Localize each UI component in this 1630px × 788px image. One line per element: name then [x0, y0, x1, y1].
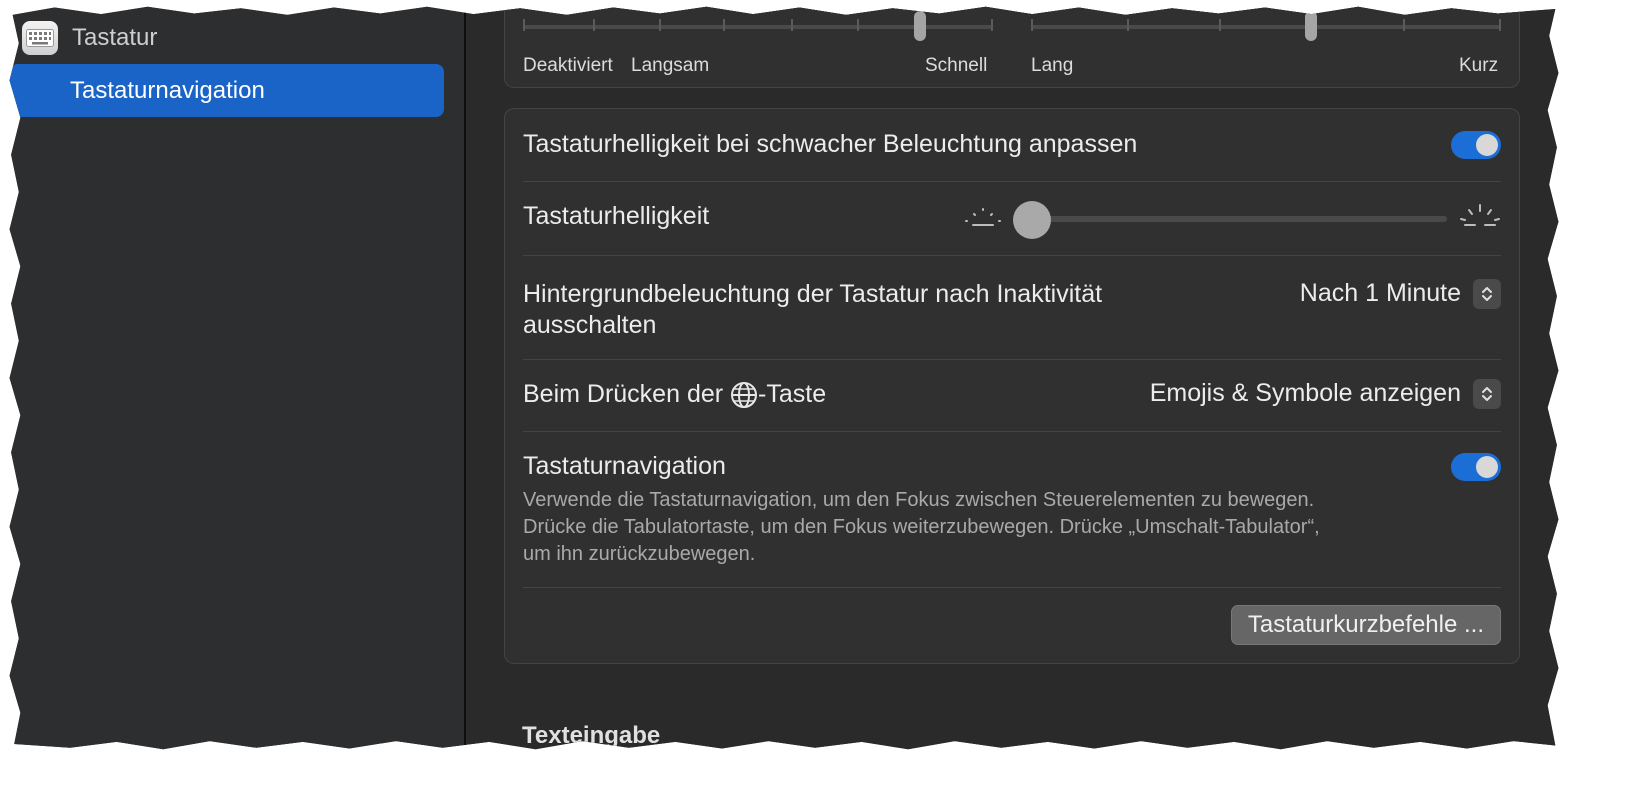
divider	[523, 587, 1501, 588]
keyboard-navigation-description: Verwende die Tastaturnavigation, um den …	[523, 489, 1315, 511]
toggle-knob	[1476, 134, 1498, 156]
tick	[1403, 19, 1405, 31]
brightness-high-icon	[1460, 204, 1500, 226]
slider-label-lang: Lang	[1031, 55, 1074, 76]
slider-label-kurz: Kurz	[1459, 55, 1499, 76]
slider-label-schnell: Schnell	[925, 55, 988, 76]
globe-key-label-suffix: -Taste	[758, 380, 827, 408]
keyboard-navigation-description-2: Drücke die Tabulatortaste, um den Fokus …	[523, 516, 1320, 538]
slider-label-langsam: Langsam	[631, 55, 710, 76]
tick	[1127, 19, 1129, 31]
key-repeat-slider-thumb[interactable]	[914, 11, 926, 41]
content-pane: Deaktiviert Langsam Schnell Lang Kurz Ta…	[466, 6, 1559, 750]
keyboard-shortcuts-button[interactable]: Tastaturkurzbefehle ...	[1230, 605, 1501, 645]
backlight-off-popup-button[interactable]	[1473, 279, 1501, 309]
keyboard-navigation-toggle[interactable]	[1451, 453, 1501, 481]
keyboard-icon	[22, 21, 58, 55]
globe-icon	[731, 381, 758, 408]
brightness-slider-thumb[interactable]	[1013, 201, 1051, 239]
tick	[523, 19, 525, 31]
keyboard-navigation-label: Tastaturnavigation	[523, 452, 726, 480]
tick	[1219, 19, 1221, 31]
divider	[523, 255, 1501, 256]
globe-key-label: Beim Drücken der -Taste	[523, 379, 826, 410]
globe-key-value[interactable]: Emojis & Symbole anzeigen	[1150, 379, 1461, 408]
shortcuts-row: Tastaturkurzbefehle ...	[523, 605, 1501, 645]
sidebar: Tastatur Tastaturnavigation	[9, 6, 466, 750]
toggle-knob	[1476, 456, 1498, 478]
tick	[1499, 19, 1501, 31]
tick	[791, 19, 793, 31]
backlight-off-label-2: ausschalten	[523, 311, 657, 339]
settings-window: Tastatur Tastaturnavigation Deaktiviert …	[9, 6, 1559, 750]
tick	[723, 19, 725, 31]
tick	[857, 19, 859, 31]
globe-key-label-prefix: Beim Drücken der	[523, 380, 731, 408]
brightness-slider-track[interactable]	[1019, 216, 1447, 222]
keyboard-navigation-description-3: um ihn zurückzubewegen.	[523, 543, 756, 565]
brightness-low-icon	[965, 208, 1001, 226]
sidebar-title: Tastatur	[72, 24, 158, 51]
slider-label-deaktiviert: Deaktiviert	[523, 55, 613, 76]
adjust-brightness-toggle[interactable]	[1451, 131, 1501, 159]
adjust-brightness-row: Tastaturhelligkeit bei schwacher Beleuch…	[523, 129, 1501, 161]
backlight-off-value[interactable]: Nach 1 Minute	[1300, 279, 1461, 308]
keyboard-navigation-row: Tastaturnavigation Verwende die Tastatur…	[523, 451, 1501, 571]
brightness-label: Tastaturhelligkeit	[523, 202, 710, 230]
globe-key-row: Beim Drücken der -Taste Emojis & Symbole…	[523, 379, 1501, 413]
divider	[523, 431, 1501, 432]
adjust-brightness-label: Tastaturhelligkeit bei schwacher Beleuch…	[523, 130, 1138, 158]
sidebar-header[interactable]: Tastatur	[22, 20, 157, 56]
brightness-row: Tastaturhelligkeit	[523, 201, 1501, 239]
sidebar-item-label: Tastaturnavigation	[70, 76, 265, 104]
divider	[523, 181, 1501, 182]
chevron-updown-icon	[1482, 387, 1492, 401]
repeat-delay-slider-thumb[interactable]	[1305, 11, 1317, 41]
repeat-settings-card: Deaktiviert Langsam Schnell Lang Kurz	[504, 6, 1520, 88]
tick	[659, 19, 661, 31]
keyboard-settings-card: Tastaturhelligkeit bei schwacher Beleuch…	[504, 108, 1520, 664]
tick	[593, 19, 595, 31]
backlight-off-row: Hintergrundbeleuchtung der Tastatur nach…	[523, 275, 1501, 339]
tick	[1031, 19, 1033, 31]
chevron-updown-icon	[1482, 287, 1492, 301]
backlight-off-label: Hintergrundbeleuchtung der Tastatur nach…	[523, 280, 1103, 308]
repeat-delay-slider[interactable]	[1031, 25, 1501, 29]
globe-key-popup-button[interactable]	[1473, 379, 1501, 409]
divider	[523, 359, 1501, 360]
section-title-texteingabe: Texteingabe	[522, 722, 661, 749]
tick	[991, 19, 993, 31]
sidebar-item-tastaturnavigation[interactable]: Tastaturnavigation	[10, 64, 444, 117]
